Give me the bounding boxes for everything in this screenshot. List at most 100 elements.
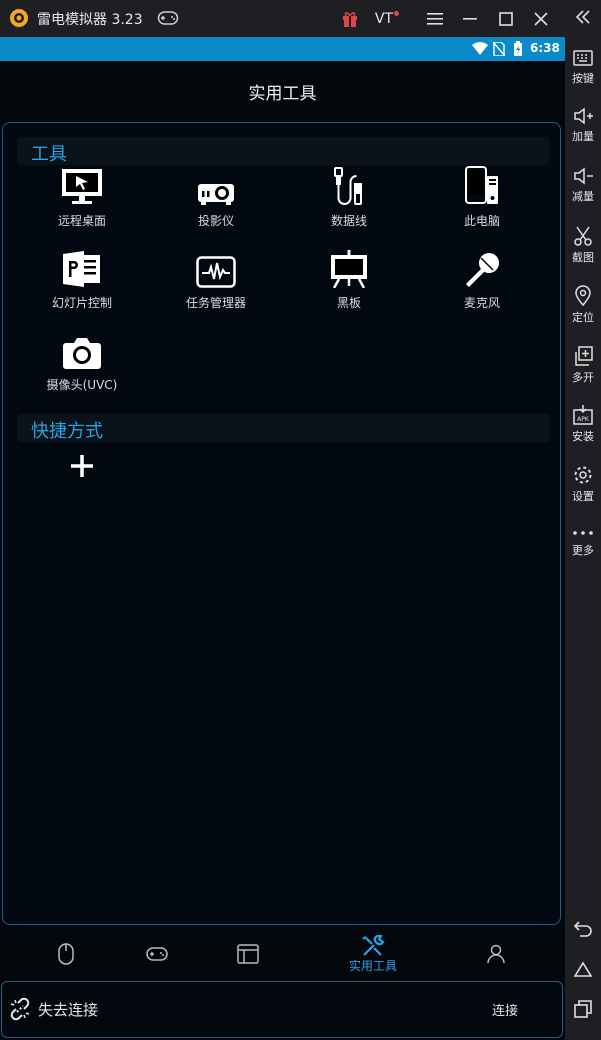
monitor-icon [62, 169, 102, 204]
tool-remote-desktop[interactable]: 远程桌面 [27, 166, 137, 229]
collapse-sidebar-button[interactable] [565, 8, 601, 28]
tool-label: 任务管理器 [185, 296, 246, 310]
devices-icon [465, 166, 498, 204]
sidebar-item-settings[interactable]: 设置 [565, 464, 601, 504]
gear-icon [574, 466, 592, 484]
wrench-screwdriver-icon [362, 934, 385, 956]
gamepad-icon [146, 947, 168, 961]
tool-data-cable[interactable]: 数据线 [294, 166, 404, 229]
maximize-button[interactable] [489, 0, 523, 37]
tool-blackboard[interactable]: 黑板 [294, 248, 404, 311]
tools-panel: 工具 快捷方式 [2, 122, 561, 925]
powerpoint-icon [63, 251, 100, 287]
vt-button[interactable]: VT [367, 0, 407, 37]
gamepad-icon[interactable] [157, 9, 179, 27]
connect-button[interactable]: 连接 [492, 1000, 518, 1019]
nav-label: 实用工具 [348, 958, 397, 973]
tool-label: 麦克风 [463, 296, 500, 310]
wifi-icon [472, 42, 488, 55]
tool-microphone[interactable]: 麦克风 [427, 248, 537, 311]
usb-cable-icon [334, 167, 362, 205]
add-shortcut-button[interactable] [68, 452, 96, 480]
blackboard-icon [331, 250, 367, 288]
apk-install-icon: APK [573, 405, 593, 425]
gift-button[interactable] [333, 0, 367, 37]
layout-icon [237, 944, 259, 964]
svg-text:APK: APK [577, 416, 590, 423]
sidebar-item-label: 按键 [572, 72, 594, 85]
connection-status: 失去连接 [38, 1001, 99, 1019]
nav-profile[interactable] [474, 930, 518, 978]
microphone-icon [466, 253, 499, 287]
more-dots-icon [573, 531, 593, 535]
sidebar-item-label: 设置 [572, 490, 594, 503]
multi-window-icon [575, 346, 593, 366]
back-arrow-icon [573, 921, 592, 937]
sidebar-item-label: 截图 [572, 251, 594, 264]
home-icon [573, 961, 593, 977]
shortcuts-section-title: 快捷方式 [31, 421, 103, 442]
app-logo-icon [10, 9, 28, 27]
android-back-button[interactable] [565, 918, 601, 942]
android-home-button[interactable] [565, 958, 601, 982]
sidebar-item-multi-instance[interactable]: 多开 [565, 345, 601, 385]
tools-section-header: 工具 [17, 137, 549, 165]
sidebar-item-label: 加量 [572, 130, 594, 143]
tool-projector[interactable]: 投影仪 [161, 166, 271, 229]
tool-label: 此电脑 [463, 214, 500, 228]
sidebar-item-label: 减量 [572, 190, 594, 203]
tool-label: 摄像头(UVC) [46, 378, 118, 392]
tool-task-manager[interactable]: 任务管理器 [161, 248, 271, 311]
volume-up-icon [574, 107, 593, 125]
status-clock: 6:38 [530, 41, 560, 55]
android-recents-button[interactable] [565, 998, 601, 1022]
nav-layout[interactable] [226, 930, 270, 978]
hamburger-icon [427, 12, 443, 25]
window-title: 雷电模拟器 3.23 [37, 12, 143, 28]
scissors-icon [574, 226, 592, 246]
bottom-navigation: 实用工具 [0, 930, 565, 978]
sidebar-item-label: 定位 [572, 311, 594, 324]
sidebar-item-volume-down[interactable]: 减量 [565, 166, 601, 204]
no-sim-icon [493, 42, 505, 56]
menu-button[interactable] [418, 0, 452, 37]
sidebar-item-label: 更多 [572, 544, 594, 557]
location-pin-icon [575, 285, 591, 307]
page-title: 实用工具 [248, 84, 317, 104]
close-icon [534, 11, 548, 26]
volume-down-icon [574, 167, 593, 185]
tool-label: 黑板 [336, 296, 361, 310]
sidebar-item-label: 多开 [572, 371, 594, 384]
sidebar-item-keymap[interactable]: 按键 [565, 48, 601, 86]
broken-link-icon [10, 997, 30, 1021]
maximize-icon [499, 11, 513, 26]
battery-charging-icon [514, 41, 522, 56]
nav-tools-active[interactable]: 实用工具 [333, 930, 413, 978]
vt-label: VT [374, 10, 394, 27]
sidebar-item-volume-up[interactable]: 加量 [565, 106, 601, 144]
tool-slide-control[interactable]: 幻灯片控制 [27, 248, 137, 311]
tool-this-pc[interactable]: 此电脑 [427, 166, 537, 229]
recents-icon [574, 1000, 592, 1018]
shortcuts-section-header: 快捷方式 [17, 414, 549, 442]
tool-label: 投影仪 [197, 214, 234, 228]
close-button[interactable] [524, 0, 558, 37]
sidebar-item-screenshot[interactable]: 截图 [565, 225, 601, 265]
tool-label: 数据线 [330, 214, 367, 228]
tools-section-title: 工具 [31, 144, 67, 165]
user-icon [487, 944, 505, 964]
minimize-button[interactable] [453, 0, 487, 37]
nav-mouse[interactable] [44, 930, 88, 978]
emulator-sidebar: 按键 加量 减量 截图 定位 多开 APK 安装 设置 更多 [565, 0, 601, 1040]
tool-label: 远程桌面 [57, 214, 106, 228]
minimize-icon [463, 17, 477, 20]
tool-uvc-camera[interactable]: 摄像头(UVC) [27, 330, 137, 393]
nav-gamepad[interactable] [135, 930, 179, 978]
camera-icon [63, 338, 101, 369]
tool-label: 幻灯片控制 [51, 296, 112, 310]
sidebar-item-location[interactable]: 定位 [565, 285, 601, 325]
vt-badge-dot [394, 11, 400, 16]
sidebar-item-install[interactable]: APK 安装 [565, 404, 601, 444]
double-chevron-left-icon [575, 10, 590, 24]
sidebar-item-more[interactable]: 更多 [565, 526, 601, 558]
